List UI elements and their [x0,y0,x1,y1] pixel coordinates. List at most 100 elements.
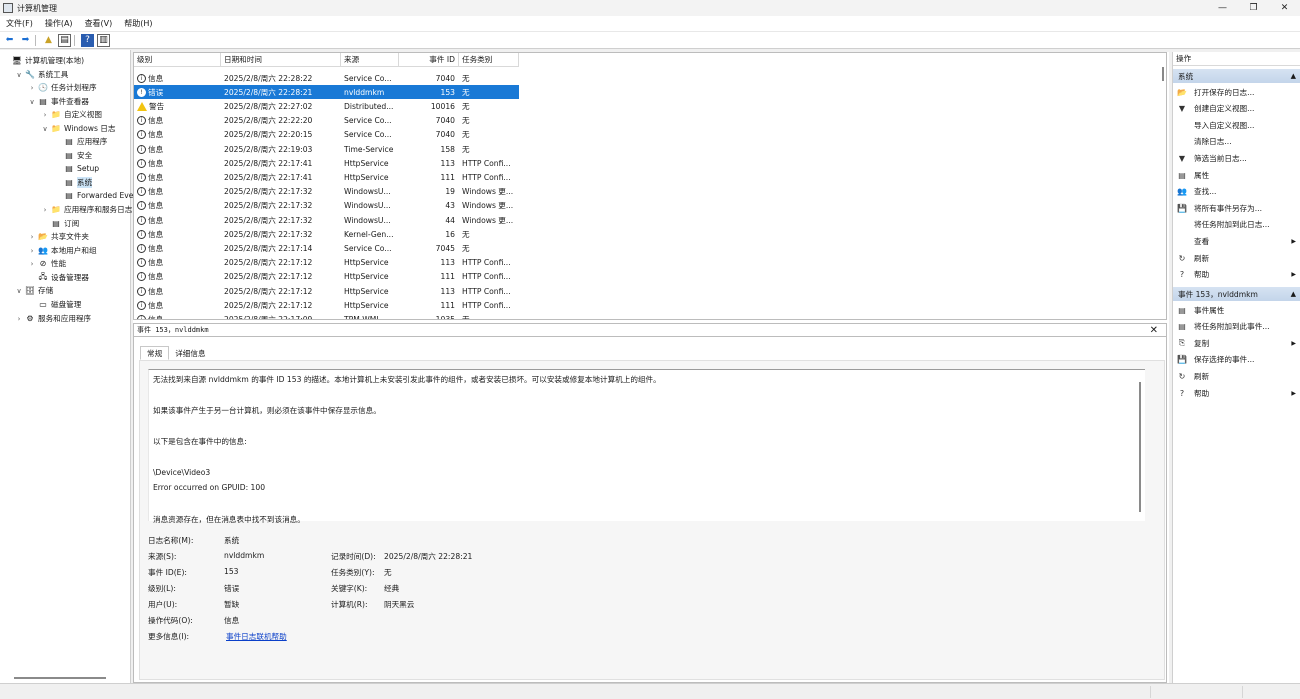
chevron-down-icon[interactable]: ∨ [41,125,49,133]
close-button[interactable]: ✕ [1269,0,1300,16]
tree-item[interactable]: 🖧 设备管理器 [28,271,89,284]
chevron-down-icon[interactable]: ∨ [28,98,36,106]
action-item[interactable]: ▤ 将任务附加到此事件... [1177,320,1299,334]
chevron-right-icon[interactable]: › [41,111,49,119]
collapse-arrow-icon[interactable]: ▲ [1291,72,1296,80]
tree-item[interactable]: ▤ 系统 [54,176,93,189]
table-row[interactable]: i 信息 2025/2/8/周六 22:17:12 HttpService 111 HTT… [134,298,519,312]
chevron-right-icon[interactable]: › [15,315,23,323]
tree-item[interactable]: › 📁 自定义视图 [41,108,102,121]
tree-item[interactable]: ∨ ▤ 事件查看器 [28,95,89,108]
chevron-right-icon[interactable]: › [28,84,36,92]
chevron-right-icon[interactable]: › [28,247,36,255]
column-header-datetime[interactable]: 日期和时间 [221,53,341,67]
table-row[interactable]: i 信息 2025/2/8/周六 22:17:12 HttpService 113 HTT… [134,284,519,298]
tree-item[interactable]: ∨ 🗄 存储 [15,284,53,297]
table-row[interactable]: i 信息 2025/2/8/周六 22:17:32 WindowsU... 19 Wind… [134,185,519,199]
chevron-down-icon[interactable]: ∨ [15,287,23,295]
column-header-source[interactable]: 来源 [341,53,399,67]
action-item[interactable]: ▤ 事件属性 [1177,303,1299,317]
action-item[interactable]: ▼ 筛选当前日志... [1177,151,1299,165]
table-row[interactable]: i 信息 2025/2/8/周六 22:17:12 HttpService 111 HTT… [134,270,519,284]
collapse-arrow-icon[interactable]: ▲ [1291,290,1296,298]
tree-scrollbar[interactable] [14,677,106,679]
tree-item[interactable]: 🖥 计算机管理(本地) [2,54,84,67]
action-item[interactable]: ▼ 创建自定义视图... [1177,102,1299,116]
tab-general[interactable]: 常规 [140,346,170,360]
table-row[interactable]: i 信息 2025/2/8/周六 22:22:20 Service Co... 7040… [134,114,519,128]
chevron-right-icon[interactable]: › [41,206,49,214]
column-header-level[interactable]: 级别 [134,53,221,67]
action-item[interactable]: 📂 打开保存的日志... [1177,85,1299,99]
tab-details[interactable]: 详细信息 [169,346,211,360]
event-log-online-help-link[interactable]: 事件日志联机帮助 [226,631,287,642]
action-item[interactable]: 导入自定义视图... [1177,118,1299,132]
actions-section-header[interactable]: 系统 ▲ [1173,69,1300,83]
chevron-right-icon[interactable]: › [28,233,36,241]
tree-item[interactable]: ▭ 磁盘管理 [28,298,81,311]
table-row[interactable]: i 信息 2025/2/8/周六 22:19:03 Time-Service 158 无 [134,142,519,156]
table-row[interactable]: i 信息 2025/2/8/周六 22:20:15 Service Co... 7040… [134,128,519,142]
action-item[interactable]: 清除日志... [1177,135,1299,149]
table-row[interactable]: i 信息 2025/2/8/周六 22:17:32 Kernel-Gen... 16 无 [134,227,519,241]
action-item[interactable]: ? 帮助 ▶ [1177,386,1299,400]
tree-item[interactable]: › ⊘ 性能 [28,257,67,270]
table-row[interactable]: i 信息 2025/2/8/周六 22:17:41 HttpService 113 HTT… [134,156,519,170]
chevron-down-icon[interactable]: ∨ [15,71,23,79]
tree-item[interactable]: › 📂 共享文件夹 [28,230,89,243]
event-list-scrollbar[interactable] [1162,67,1164,81]
tree-item[interactable]: ▤ Setup [54,162,99,175]
table-row[interactable]: i 信息 2025/2/8/周六 22:17:12 HttpService 113 HTT… [134,256,519,270]
chevron-right-icon[interactable]: › [28,260,36,268]
forward-arrow-icon[interactable]: ➡ [19,34,32,47]
column-header-task-category[interactable]: 任务类别 [459,53,519,67]
minimize-button[interactable]: — [1207,0,1238,16]
actions-section-header[interactable]: 事件 153，nvlddmkm ▲ [1173,287,1300,301]
tree-item[interactable]: ▤ 安全 [54,149,92,162]
help-icon[interactable]: ? [81,33,94,47]
back-arrow-icon[interactable]: ⬅ [3,34,16,47]
tree-item[interactable]: › 🕓 任务计划程序 [28,81,97,94]
action-item[interactable]: ? 帮助 ▶ [1177,268,1299,282]
table-row[interactable]: i 信息 2025/2/8/周六 22:17:09 TPM-WMI 1035 无 [134,312,519,319]
action-item[interactable]: 💾 保存选择的事件... [1177,353,1299,367]
tree-item[interactable]: ▤ 应用程序 [54,135,107,148]
action-item[interactable]: 将任务附加到此日志... [1177,218,1299,232]
event-id-cell: 7040 [435,73,455,83]
description-scrollbar[interactable] [1139,382,1141,512]
tree-item[interactable]: ▤ Forwarded Eve [54,189,133,202]
tree-item[interactable]: ∨ 🔧 系统工具 [15,68,68,81]
action-item[interactable]: ⎘ 复制 ▶ [1177,336,1299,350]
tree-item[interactable]: › 👥 本地用户和组 [28,244,97,257]
tree-item[interactable]: › 📁 应用程序和服务日志 [41,203,133,216]
event-description[interactable]: 无法找到来自源 nvlddmkm 的事件 ID 153 的描述。本地计算机上未安… [148,369,1145,524]
action-item[interactable]: ▤ 属性 [1177,168,1299,182]
table-row[interactable]: i 信息 2025/2/8/周六 22:17:32 WindowsU... 43 Wind… [134,199,519,213]
column-header-event-id[interactable]: 事件 ID [399,53,459,67]
table-row[interactable]: i 信息 2025/2/8/周六 22:17:32 WindowsU... 44 Wind… [134,213,519,227]
table-row[interactable]: 警告 2025/2/8/周六 22:27:02 Distributed... 1001… [134,99,519,113]
show-hide-action-pane-icon[interactable]: ▥ [97,33,110,47]
menu-action[interactable]: 操作(A) [39,18,79,29]
table-row[interactable]: i 信息 2025/2/8/周六 22:28:22 Service Co... 7040… [134,71,519,85]
action-item[interactable]: 👥 查找... [1177,185,1299,199]
table-row[interactable]: i 信息 2025/2/8/周六 22:17:41 HttpService 111 HTT… [134,170,519,184]
action-item[interactable]: 查看 ▶ [1177,234,1299,248]
tree-item[interactable]: › ⚙ 服务和应用程序 [15,312,92,325]
tree-item[interactable]: ▤ 订阅 [41,217,79,230]
tree-item[interactable]: ∨ 📁 Windows 日志 [41,122,115,135]
table-row[interactable]: ! 错误 2025/2/8/周六 22:28:21 nvlddmkm 153 无 [134,85,519,100]
menu-file[interactable]: 文件(F) [0,18,39,29]
show-hide-tree-icon[interactable]: ▤ [58,33,71,47]
maximize-button[interactable]: ❐ [1238,0,1269,16]
menu-help[interactable]: 帮助(H) [118,18,158,29]
action-item[interactable]: ↻ 刷新 [1177,251,1299,265]
close-icon[interactable]: ✕ [1150,325,1158,336]
table-row[interactable]: i 信息 2025/2/8/周六 22:17:14 Service Co... 7045… [134,241,519,255]
action-item[interactable]: 💾 将所有事件另存为... [1177,201,1299,215]
source-value: nvlddmkm [224,551,265,560]
up-folder-icon[interactable]: ▲ [42,34,55,47]
action-item[interactable]: ↻ 刷新 [1177,369,1299,383]
task-category-cell: 无 [462,116,470,126]
menu-view[interactable]: 查看(V) [79,18,119,29]
